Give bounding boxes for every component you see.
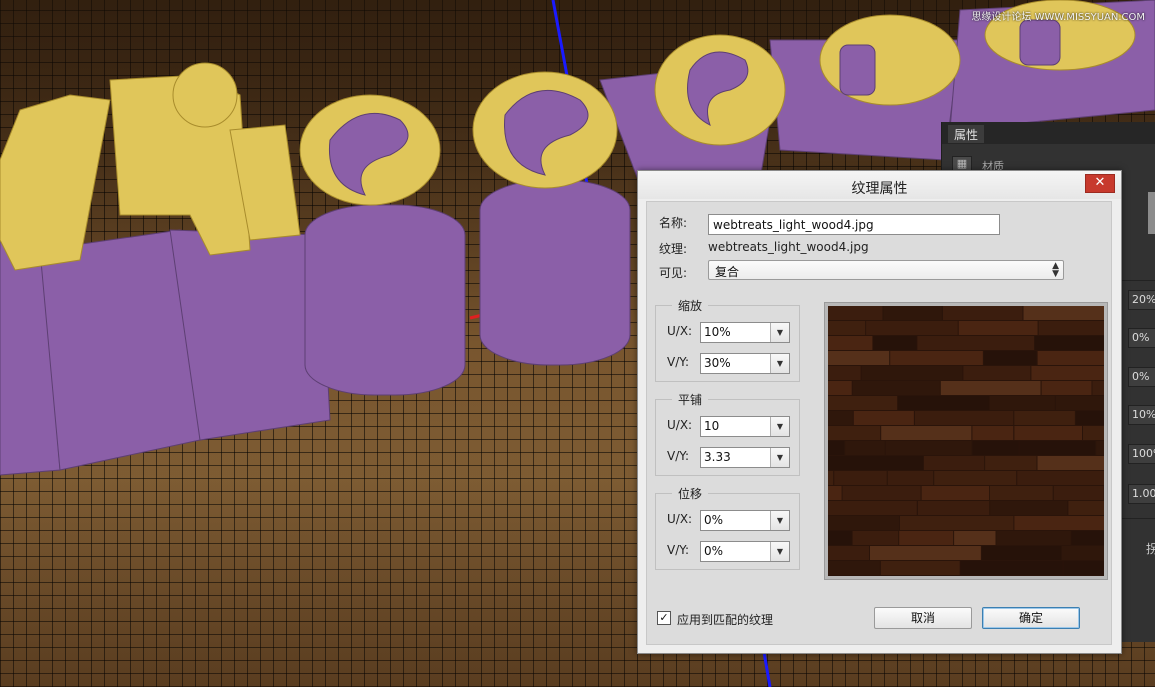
panel-value-5[interactable]: 100%	[1128, 444, 1155, 464]
offset-group-title: 位移	[672, 485, 709, 502]
visible-select-value: 复合	[715, 265, 740, 279]
tile-u-combo[interactable]: 10 ▼	[700, 416, 790, 437]
offset-v-combo[interactable]: 0% ▼	[700, 541, 790, 562]
wood-texture-image	[828, 306, 1104, 576]
visible-select[interactable]: 复合 ▲ ▼	[708, 260, 1064, 280]
tile-group-title: 平铺	[672, 391, 709, 408]
panel-value-3[interactable]: 0%	[1128, 367, 1155, 387]
name-label: 名称:	[659, 216, 688, 230]
tile-u-label: U/X:	[667, 418, 693, 432]
dropdown-arrow-icon[interactable]: ▼	[770, 323, 789, 342]
name-input[interactable]	[708, 214, 1000, 235]
dialog-body: 名称: 纹理: webtreats_light_wood4.jpg 可见: 复合…	[646, 201, 1112, 645]
close-button[interactable]: ✕	[1085, 174, 1115, 193]
panel-value-6[interactable]: 1.000	[1128, 484, 1155, 504]
properties-tab[interactable]: 属性	[948, 125, 985, 143]
dialog-titlebar[interactable]: 纹理属性 ✕	[638, 171, 1121, 199]
texture-filename: webtreats_light_wood4.jpg	[708, 240, 869, 254]
close-icon: ✕	[1094, 175, 1106, 190]
texture-preview	[824, 302, 1108, 580]
tile-group: 平铺 U/X: 10 ▼ V/Y: 3.33 ▼	[655, 391, 800, 476]
texture-label: 纹理:	[659, 242, 688, 256]
scale-v-combo[interactable]: 30% ▼	[700, 353, 790, 374]
apply-matching-checkbox[interactable]: ✓	[657, 611, 671, 625]
dropdown-arrow-icon[interactable]: ▼	[770, 354, 789, 373]
texture-properties-dialog: 纹理属性 ✕ 名称: 纹理: webtreats_light_wood4.jpg…	[637, 170, 1122, 654]
panel-value-2[interactable]: 0%	[1128, 328, 1155, 348]
dialog-title: 纹理属性	[851, 181, 908, 197]
visible-label: 可见:	[659, 266, 688, 280]
panel-value-4[interactable]: 10%	[1128, 405, 1155, 425]
panel-edge-text: 拐	[1146, 542, 1155, 556]
dropdown-arrow-icon[interactable]: ▼	[770, 542, 789, 561]
select-arrows-icon: ▲ ▼	[1052, 261, 1059, 279]
ok-button[interactable]: 确定	[982, 607, 1080, 629]
apply-matching-label[interactable]: 应用到匹配的纹理	[677, 611, 773, 628]
scale-v-label: V/Y:	[667, 355, 690, 369]
scale-v-value: 30%	[704, 356, 731, 370]
properties-tab-bar: 属性	[942, 122, 1155, 144]
panel-value-1[interactable]: 20%	[1128, 290, 1155, 310]
dropdown-arrow-icon[interactable]: ▼	[770, 511, 789, 530]
scale-u-combo[interactable]: 10% ▼	[700, 322, 790, 343]
offset-u-label: U/X:	[667, 512, 693, 526]
offset-group: 位移 U/X: 0% ▼ V/Y: 0% ▼	[655, 485, 800, 570]
offset-v-value: 0%	[704, 544, 724, 558]
material-thumbnail[interactable]	[1148, 192, 1155, 234]
offset-u-combo[interactable]: 0% ▼	[700, 510, 790, 531]
dropdown-arrow-icon[interactable]: ▼	[770, 417, 789, 436]
tile-v-value: 3.33	[704, 450, 731, 464]
offset-u-value: 0%	[704, 513, 724, 527]
offset-v-label: V/Y:	[667, 543, 690, 557]
scale-u-value: 10%	[704, 325, 731, 339]
tile-u-value: 10	[704, 419, 720, 433]
scale-u-label: U/X:	[667, 324, 693, 338]
dropdown-arrow-icon[interactable]: ▼	[770, 448, 789, 467]
checkmark-icon: ✓	[659, 611, 669, 624]
scale-group-title: 缩放	[672, 297, 709, 314]
tile-v-label: V/Y:	[667, 449, 690, 463]
tile-v-combo[interactable]: 3.33 ▼	[700, 447, 790, 468]
cancel-button[interactable]: 取消	[874, 607, 972, 629]
site-watermark: 思缘设计论坛 WWW.MISSYUAN.COM	[971, 12, 1145, 23]
scale-group: 缩放 U/X: 10% ▼ V/Y: 30% ▼	[655, 297, 800, 382]
